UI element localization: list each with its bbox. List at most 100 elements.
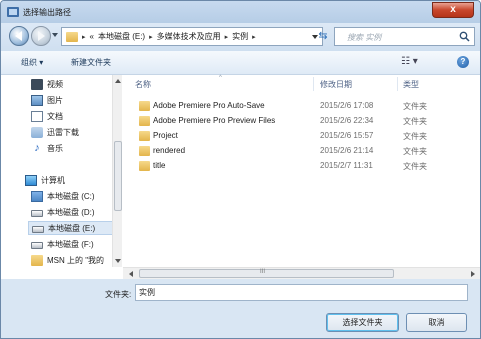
nav-item-documents[interactable]: 文档 [31,109,63,123]
new-folder-button[interactable]: 新建文件夹 [71,57,111,68]
file-type: 文件夹 [403,147,427,156]
nav-item-label: 迅雷下载 [47,127,79,137]
nav-item-label: 图片 [47,95,63,105]
file-row[interactable]: Adobe Premiere Pro Preview Files 2015/2/… [123,114,480,129]
scroll-thumb[interactable]: III [139,269,394,278]
help-icon[interactable]: ? [457,56,469,68]
nav-item-music[interactable]: ♪ 音乐 [31,141,63,155]
folder-icon [31,254,43,266]
app-icon [7,7,19,17]
music-icon: ♪ [34,141,40,154]
column-divider[interactable] [313,77,314,91]
drive-icon [31,242,43,249]
file-row[interactable]: rendered 2015/2/6 21:14 文件夹 [123,144,480,159]
scroll-right-arrow-icon[interactable] [471,271,475,277]
nav-item-msn[interactable]: MSN 上的 "我的 [31,253,104,267]
file-name: Adobe Premiere Pro Auto-Save [153,101,265,110]
nav-item-pictures[interactable]: 图片 [31,93,63,107]
breadcrumb-overflow[interactable]: « [90,32,94,41]
folder-icon [139,161,150,171]
content-area: 视频 图片 文档 迅雷下载 ♪ 音乐 计算机 本地磁盘 (C:) 本地磁盘 (D… [1,75,480,279]
folder-icon [66,31,78,42]
chevron-right-icon[interactable]: ▸ [225,33,229,41]
nav-item-videos[interactable]: 视频 [31,77,63,91]
close-button[interactable]: x [432,2,474,18]
search-input[interactable]: 搜索 实例 [347,32,381,43]
drive-icon [31,210,43,217]
file-modified: 2015/2/6 22:34 [320,116,374,125]
nav-item-label: 本地磁盘 (D:) [47,207,95,217]
nav-item-computer[interactable]: 计算机 [25,173,65,187]
scroll-thumb[interactable] [114,141,122,211]
column-divider[interactable] [397,77,398,91]
recent-locations-dropdown-icon[interactable] [52,33,58,37]
video-icon [31,78,43,90]
column-header-name[interactable]: 名称 [135,79,151,90]
nav-item-label: MSN 上的 "我的 [47,255,105,265]
refresh-icon[interactable]: ⇆ [316,29,330,43]
chevron-right-icon[interactable]: ▸ [252,33,256,41]
scroll-grip: III [260,269,266,275]
file-name: title [153,161,166,170]
file-modified: 2015/2/6 17:08 [320,101,374,110]
folder-name-input[interactable] [135,284,468,301]
system-drive-icon [31,190,43,202]
window-title: 选择输出路径 [23,8,71,17]
nav-item-drive-f[interactable]: 本地磁盘 (F:) [31,237,94,251]
nav-item-thunder-downloads[interactable]: 迅雷下载 [31,125,79,139]
folder-icon [139,131,150,141]
scroll-left-arrow-icon[interactable] [129,271,133,277]
file-modified: 2015/2/7 11:31 [320,161,373,170]
file-name: Project [153,131,178,140]
file-list-horizontal-scrollbar[interactable]: III [123,267,480,279]
chevron-right-icon[interactable]: ▸ [149,33,153,41]
file-name: Adobe Premiere Pro Preview Files [153,116,276,125]
navigation-bar: ▸ « 本地磁盘 (E:) ▸ 多媒体技术及应用 ▸ 实例 ▸ ⇆ 搜索 实例 [1,23,480,51]
scroll-up-arrow-icon[interactable] [115,79,121,83]
forward-button[interactable] [31,26,51,46]
nav-item-label: 文档 [47,111,63,121]
select-folder-button[interactable]: 选择文件夹 [326,313,399,332]
title-bar[interactable]: 选择输出路径 x [1,1,480,23]
folder-icon [139,101,150,111]
view-options-button[interactable]: ☷ ▾ [401,56,418,67]
nav-item-drive-c[interactable]: 本地磁盘 (C:) [31,189,95,203]
back-arrow-icon [15,31,22,41]
file-row[interactable]: Adobe Premiere Pro Auto-Save 2015/2/6 17… [123,99,480,114]
nav-item-label: 音乐 [47,143,63,153]
file-row[interactable]: title 2015/2/7 11:31 文件夹 [123,159,480,174]
nav-item-label: 计算机 [41,175,65,185]
file-type: 文件夹 [403,162,427,171]
file-row[interactable]: Project 2015/2/6 15:57 文件夹 [123,129,480,144]
navigation-pane: 视频 图片 文档 迅雷下载 ♪ 音乐 计算机 本地磁盘 (C:) 本地磁盘 (D… [1,75,123,267]
file-type: 文件夹 [403,117,427,126]
file-modified: 2015/2/6 15:57 [320,131,374,140]
folder-field-label: 文件夹: [105,290,132,299]
picture-icon [31,94,43,106]
search-box[interactable]: 搜索 实例 [334,27,475,46]
nav-item-drive-d[interactable]: 本地磁盘 (D:) [31,205,95,219]
column-header-type[interactable]: 类型 [403,79,419,90]
breadcrumb-drive-e[interactable]: 本地磁盘 (E:) [98,31,145,42]
drive-icon [32,226,44,233]
search-icon[interactable] [459,31,470,42]
select-output-path-dialog: 选择输出路径 x ▸ « 本地磁盘 (E:) ▸ 多媒体技术及应用 ▸ 实例 ▸… [0,0,481,339]
nav-item-drive-e[interactable]: 本地磁盘 (E:) [28,221,120,235]
nav-pane-scrollbar[interactable] [112,75,122,267]
back-button[interactable] [9,26,29,46]
breadcrumb-multimedia[interactable]: 多媒体技术及应用 [157,31,221,42]
nav-item-label: 本地磁盘 (E:) [48,223,96,233]
address-bar[interactable]: ▸ « 本地磁盘 (E:) ▸ 多媒体技术及应用 ▸ 实例 ▸ [61,27,323,46]
document-icon [31,110,43,122]
cancel-button[interactable]: 取消 [406,313,467,332]
column-header-modified[interactable]: 修改日期 [320,79,352,90]
organize-button[interactable]: 组织 ▾ [21,57,43,68]
file-type: 文件夹 [403,132,427,141]
folder-icon [139,116,150,126]
chevron-right-icon[interactable]: ▸ [82,33,86,41]
breadcrumb-examples[interactable]: 实例 [232,31,248,42]
scroll-down-arrow-icon[interactable] [115,259,121,263]
file-name: rendered [153,146,186,155]
folder-icon [139,146,150,156]
file-modified: 2015/2/6 21:14 [320,146,374,155]
